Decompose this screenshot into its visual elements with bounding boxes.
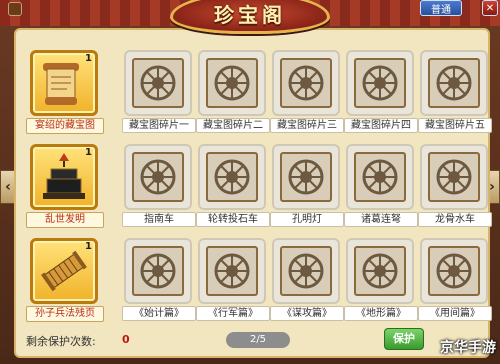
close-button[interactable]: ✕	[482, 0, 498, 16]
fragment-label: 《用间篇》	[418, 306, 492, 321]
bamboo-scroll-icon: 1	[30, 238, 98, 304]
fragment-label: 《谋攻篇》	[270, 306, 344, 321]
medallion-icon	[436, 159, 472, 195]
fragment-label: 藏宝图碎片四	[344, 118, 418, 133]
fragment-label: 龙骨水车	[418, 212, 492, 227]
main-item-1[interactable]: 1 乱世发明	[26, 142, 104, 230]
site-watermark: 京华手游	[440, 340, 496, 356]
close-icon: ✕	[485, 2, 495, 14]
fragment-label: 孔明灯	[270, 212, 344, 227]
fragment-slot[interactable]: 诸葛连弩	[344, 144, 418, 228]
fragment-slot[interactable]: 藏宝图碎片三	[270, 50, 344, 134]
fragment-label: 《始计篇》	[122, 306, 196, 321]
main-item-label: 乱世发明	[26, 212, 104, 228]
fragment-label: 藏宝图碎片二	[196, 118, 270, 133]
fragment-slot[interactable]: 《行军篇》	[196, 238, 270, 322]
medallion-icon	[288, 159, 324, 195]
item-count: 1	[85, 147, 92, 158]
chevron-left-icon: ‹	[5, 179, 11, 195]
fragment-slot[interactable]: 龙骨水车	[418, 144, 492, 228]
main-item-label: 孙子兵法残页	[26, 306, 104, 322]
fragment-slot[interactable]: 轮转投石车	[196, 144, 270, 228]
medallion-icon	[362, 253, 398, 289]
fragment-label: 《地形篇》	[344, 306, 418, 321]
fragment-slot[interactable]: 藏宝图碎片四	[344, 50, 418, 134]
collection-panel: 1 宴绍的藏宝图 藏宝图碎片一 藏宝图碎片二 藏宝图碎片三 藏宝图碎片四 藏宝图…	[14, 28, 492, 358]
fragment-label: 藏宝图碎片三	[270, 118, 344, 133]
medallion-icon	[140, 65, 176, 101]
main-item-label: 宴绍的藏宝图	[26, 118, 104, 134]
medallion-icon	[362, 159, 398, 195]
invention-device-icon: 1	[30, 144, 98, 210]
medallion-icon	[214, 159, 250, 195]
fragment-slot[interactable]: 指南车	[122, 144, 196, 228]
item-count: 1	[85, 53, 92, 64]
fragment-label: 轮转投石车	[196, 212, 270, 227]
fragment-slot[interactable]: 藏宝图碎片一	[122, 50, 196, 134]
medallion-icon	[140, 159, 176, 195]
main-item-2[interactable]: 1 孙子兵法残页	[26, 236, 104, 324]
fragment-slot[interactable]: 藏宝图碎片五	[418, 50, 492, 134]
fragment-label: 诸葛连弩	[344, 212, 418, 227]
fragment-label: 《行军篇》	[196, 306, 270, 321]
page-indicator: 2/5	[226, 332, 290, 348]
fragment-slot[interactable]: 《用间篇》	[418, 238, 492, 322]
collection-row: 1 宴绍的藏宝图 藏宝图碎片一 藏宝图碎片二 藏宝图碎片三 藏宝图碎片四 藏宝图…	[26, 48, 492, 136]
title-banner: 珍宝阁	[170, 0, 330, 34]
fragment-label: 藏宝图碎片一	[122, 118, 196, 133]
fragment-slot[interactable]: 藏宝图碎片二	[196, 50, 270, 134]
collection-row: 1 乱世发明 指南车 轮转投石车 孔明灯 诸葛连弩 龙骨水车	[26, 142, 492, 230]
medallion-icon	[288, 253, 324, 289]
fragment-slot[interactable]: 《始计篇》	[122, 238, 196, 322]
window-title: 珍宝阁	[214, 2, 286, 27]
medallion-icon	[214, 65, 250, 101]
medallion-icon	[140, 253, 176, 289]
fragment-label: 藏宝图碎片五	[418, 118, 492, 133]
medallion-icon	[214, 253, 250, 289]
remaining-protect-label: 剩余保护次数:	[26, 335, 96, 348]
treasure-map-scroll-icon: 1	[30, 50, 98, 116]
medallion-icon	[288, 65, 324, 101]
medallion-icon	[436, 65, 472, 101]
medallion-icon	[362, 65, 398, 101]
remaining-protect-value: 0	[122, 333, 130, 346]
item-count: 1	[85, 241, 92, 252]
fragment-slot[interactable]: 孔明灯	[270, 144, 344, 228]
top-right-tab[interactable]: 普通	[420, 0, 462, 16]
fragment-slot[interactable]: 《谋攻篇》	[270, 238, 344, 322]
medallion-icon	[436, 253, 472, 289]
collection-row: 1 孙子兵法残页 《始计篇》 《行军篇》 《谋攻篇》 《地形篇》 《用间篇》	[26, 236, 492, 324]
main-item-0[interactable]: 1 宴绍的藏宝图	[26, 48, 104, 136]
fragment-slot[interactable]: 《地形篇》	[344, 238, 418, 322]
top-left-button[interactable]	[8, 2, 22, 16]
fragment-label: 指南车	[122, 212, 196, 227]
